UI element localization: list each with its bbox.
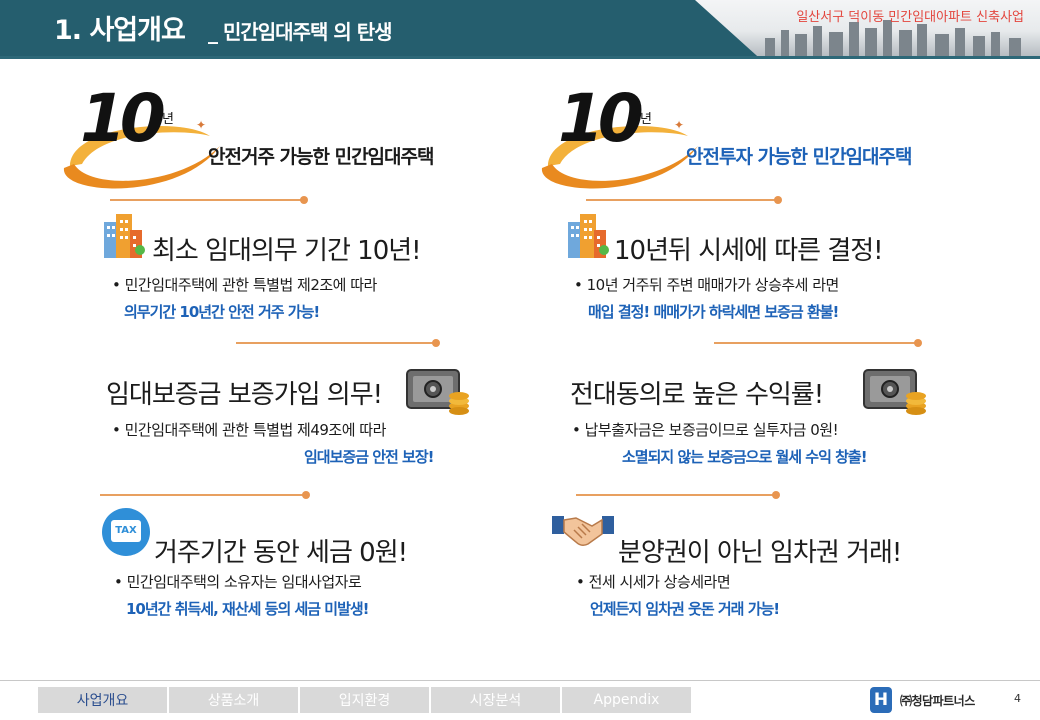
section-bullet: • 민간임대주택의 소유자는 임대사업자로 [114,573,362,591]
section-bullet: • 10년 거주뒤 주변 매매가가 상승추세 라면 [574,276,839,294]
buildings-icon [568,214,609,258]
section-bullet: • 민간임대주택에 관한 특별법 제49조에 따라 [112,421,386,439]
section-highlight: 매입 결정! 매매가가 하락세면 보증금 환불! [588,303,839,321]
safe-coins-icon [863,369,926,415]
page-number: 4 [1014,692,1021,705]
star-icon: ✦ [674,118,685,132]
header-divider [0,56,1040,59]
right-10-year-logo: 10 년 ✦ 안전투자 가능한 민간임대주택 [536,78,996,189]
nav-tab-appendix[interactable]: Appendix [562,687,691,713]
section-title: 전대동의로 높은 수익률! [570,380,824,410]
section-highlight: 의무기간 10년간 안전 거주 가능! [124,303,320,321]
tax-label: TAX [111,520,141,542]
section-highlight: 언제든지 임차권 웃돈 거래 가능! [590,600,780,618]
handshake-icon [552,516,614,547]
logo-number: 10 [558,80,644,157]
section-title: 분양권이 아닌 임차권 거래! [618,538,902,568]
star-icon: ✦ [196,118,207,132]
nav-tab-location[interactable]: 입지환경 [300,687,429,713]
section-divider [100,491,310,499]
nav-tab-products[interactable]: 상품소개 [169,687,298,713]
safe-coins-icon [406,369,469,415]
section-divider [576,491,780,499]
tax-calendar-icon: TAX [102,508,150,556]
section-nav: 사업개요 상품소개 입지환경 시장분석 Appendix [38,687,691,713]
left-10-year-logo: 10 년 ✦ 안전거주 가능한 민간임대주택 [58,78,518,189]
footer-divider [0,680,1040,681]
page-title: 1. 사업개요 [54,15,186,46]
page-subtitle: _ 민간임대주택 의 탄생 [208,20,392,44]
section-bullet: • 전세 시세가 상승세라면 [576,573,731,591]
section-divider [110,196,308,204]
section-title: 임대보증금 보증가입 의무! [106,380,383,410]
section-divider [714,339,922,347]
section-title: 거주기간 동안 세금 0원! [154,538,408,568]
company-brand: H ㈜청담파트너스 [870,686,975,714]
section-divider [236,339,440,347]
brand-name: ㈜청담파트너스 [900,693,975,708]
nav-tab-overview[interactable]: 사업개요 [38,687,167,713]
section-bullet: • 납부출자금은 보증금이므로 실투자금 0원! [572,421,839,439]
logo-unit: 년 [640,112,652,127]
logo-unit: 년 [162,112,174,127]
brand-logo-icon: H [870,687,892,713]
section-highlight: 소멸되지 않는 보증금으로 월세 수익 창출! [622,448,868,466]
header-bar: 1. 사업개요 _ 민간임대주택 의 탄생 일산서구 덕이동 민간임대아파트 신… [0,0,1040,56]
logo-number: 10 [80,80,166,157]
project-name: 일산서구 덕이동 민간임대아파트 신축사업 [796,10,1024,25]
section-title: 최소 임대의무 기간 10년! [152,236,422,266]
logo-caption: 안전거주 가능한 민간임대주택 [208,146,434,168]
section-divider [586,196,782,204]
section-highlight: 10년간 취득세, 재산세 등의 세금 미발생! [126,600,370,618]
buildings-icon [104,214,145,258]
section-title: 10년뒤 시세에 따른 결정! [614,236,884,266]
section-bullet: • 민간임대주택에 관한 특별법 제2조에 따라 [112,276,377,294]
logo-caption: 안전투자 가능한 민간임대주택 [686,146,912,168]
nav-tab-market[interactable]: 시장분석 [431,687,560,713]
section-highlight: 임대보증금 안전 보장! [304,448,434,466]
